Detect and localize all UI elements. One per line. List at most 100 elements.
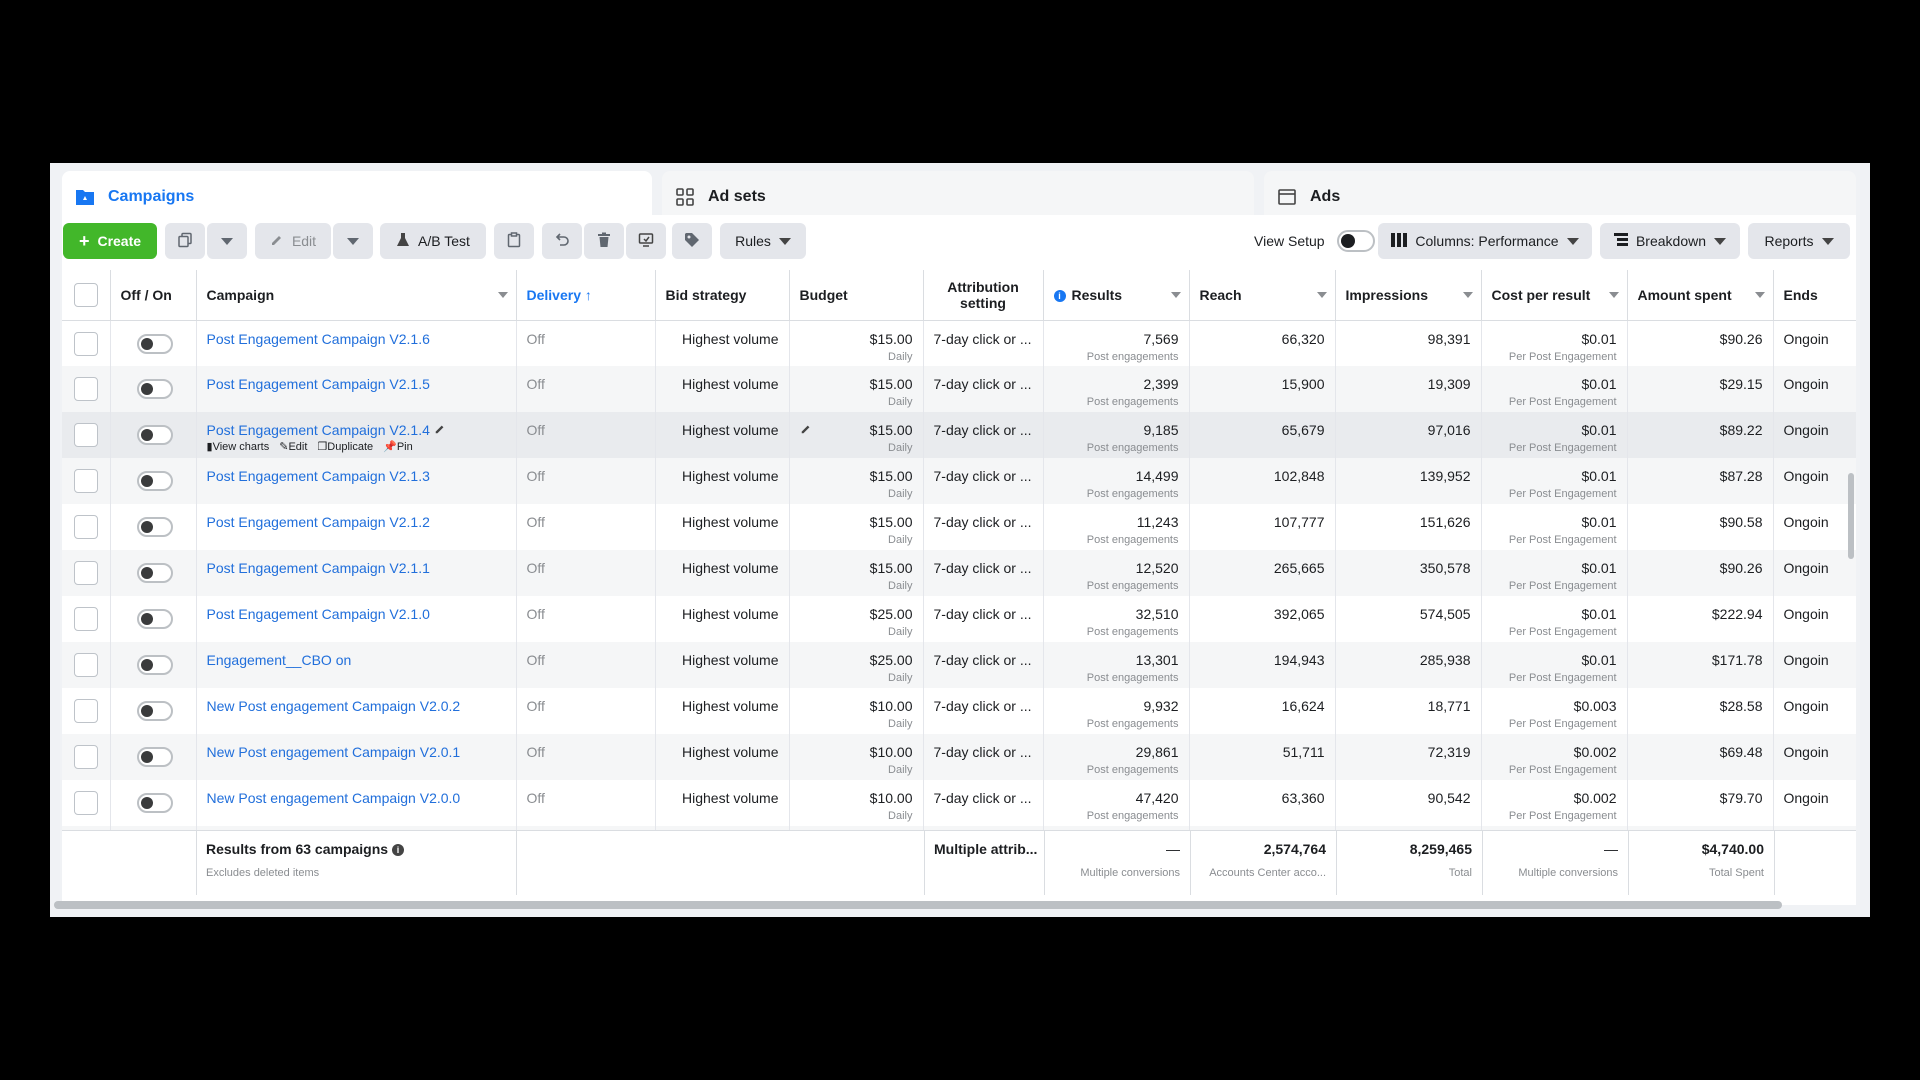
chevron-down-icon[interactable] bbox=[1608, 292, 1619, 298]
campaign-name-link[interactable]: Post Engagement Campaign V2.1.6 bbox=[207, 331, 506, 347]
budget-cell[interactable]: $10.00 Daily bbox=[789, 780, 924, 826]
duplicate-dropdown-button[interactable] bbox=[207, 223, 247, 259]
undo-button[interactable] bbox=[542, 223, 582, 259]
view-setup[interactable]: View Setup bbox=[1254, 223, 1375, 259]
chevron-down-icon[interactable] bbox=[1170, 292, 1181, 298]
chevron-down-icon[interactable] bbox=[497, 292, 508, 298]
table-row[interactable]: Post Engagement Campaign V2.1.3 Off High… bbox=[62, 458, 1856, 504]
campaign-name-link[interactable]: New Post engagement Campaign V2.0.2 bbox=[207, 698, 506, 714]
reports-button[interactable]: Reports bbox=[1748, 223, 1850, 259]
col-results[interactable]: i Results bbox=[1043, 270, 1190, 321]
col-budget[interactable]: Budget bbox=[789, 270, 924, 321]
chevron-down-icon[interactable] bbox=[1462, 292, 1473, 298]
campaign-name-link[interactable]: New Post engagement Campaign V2.0.1 bbox=[207, 744, 506, 760]
campaign-name-link[interactable]: Post Engagement Campaign V2.1.1 bbox=[207, 560, 506, 576]
chevron-down-icon[interactable] bbox=[1754, 292, 1765, 298]
chevron-down-icon[interactable] bbox=[1316, 292, 1327, 298]
campaign-name-link[interactable]: Engagement__CBO on bbox=[207, 652, 506, 668]
select-all-checkbox[interactable] bbox=[74, 282, 98, 307]
table-row[interactable]: New Post engagement Campaign V2.0.2 Off … bbox=[62, 688, 1856, 734]
columns-button[interactable]: Columns: Performance bbox=[1378, 223, 1592, 259]
view-charts-action[interactable]: ▮View charts bbox=[207, 440, 270, 453]
col-campaign[interactable]: Campaign bbox=[196, 270, 517, 321]
campaign-toggle[interactable] bbox=[136, 747, 173, 767]
view-setup-toggle[interactable] bbox=[1336, 230, 1375, 252]
budget-cell[interactable]: $15.00 Daily bbox=[789, 504, 924, 550]
campaign-toggle[interactable] bbox=[136, 517, 173, 537]
budget-cell[interactable]: $25.00 Daily bbox=[789, 596, 924, 642]
row-checkbox[interactable] bbox=[74, 791, 98, 815]
col-delivery[interactable]: Delivery ↑ bbox=[516, 270, 656, 321]
budget-cell[interactable]: $10.00 Daily bbox=[789, 688, 924, 734]
col-off-on[interactable]: Off / On bbox=[110, 270, 197, 321]
table-row[interactable]: Engagement__CBO on Off Highest volume $2… bbox=[62, 642, 1856, 688]
row-checkbox[interactable] bbox=[74, 699, 98, 723]
rules-button[interactable]: Rules bbox=[720, 223, 806, 259]
campaign-name-link[interactable]: Post Engagement Campaign V2.1.2 bbox=[207, 514, 506, 530]
budget-cell[interactable]: $15.00 Daily bbox=[789, 550, 924, 596]
table-row[interactable]: New Post engagement Campaign V2.0.1 Off … bbox=[62, 734, 1856, 780]
campaign-toggle[interactable] bbox=[136, 793, 173, 813]
table-row[interactable]: Post Engagement Campaign V2.1.2 Off High… bbox=[62, 504, 1856, 550]
campaign-name-link[interactable]: Post Engagement Campaign V2.1.5 bbox=[207, 376, 506, 392]
clipboard-button[interactable] bbox=[494, 223, 534, 259]
row-checkbox[interactable] bbox=[74, 331, 98, 356]
table-row[interactable]: Post Engagement Campaign V2.1.5 Off High… bbox=[62, 366, 1856, 412]
campaign-toggle[interactable] bbox=[136, 701, 173, 721]
horizontal-scrollbar[interactable] bbox=[54, 901, 1782, 909]
info-icon[interactable]: i bbox=[391, 844, 404, 857]
table-row[interactable]: Post Engagement Campaign V2.1.6 Off High… bbox=[62, 320, 1856, 366]
col-ends[interactable]: Ends bbox=[1773, 270, 1856, 321]
pin-action[interactable]: 📌Pin bbox=[383, 440, 413, 453]
table-row[interactable]: Post Engagement Campaign V2.1.4 ▮View ch… bbox=[62, 412, 1856, 458]
campaign-name-link[interactable]: New Post engagement Campaign V2.0.0 bbox=[207, 790, 506, 806]
campaign-toggle[interactable] bbox=[136, 471, 173, 491]
edit-action[interactable]: ✎Edit bbox=[279, 440, 307, 453]
campaign-toggle[interactable] bbox=[136, 609, 173, 629]
vertical-scrollbar[interactable] bbox=[1848, 473, 1854, 559]
col-amount-spent[interactable]: Amount spent bbox=[1627, 270, 1774, 321]
info-icon[interactable]: i bbox=[1053, 290, 1066, 303]
duplicate-action[interactable]: ❐Duplicate bbox=[317, 440, 373, 453]
create-button[interactable]: + Create bbox=[63, 223, 157, 259]
col-attribution[interactable]: Attribution setting bbox=[923, 270, 1044, 321]
budget-cell[interactable]: $15.00 Daily bbox=[789, 458, 924, 504]
preview-button[interactable] bbox=[626, 223, 666, 259]
campaign-toggle[interactable] bbox=[136, 333, 173, 354]
row-checkbox[interactable] bbox=[74, 423, 98, 447]
row-checkbox[interactable] bbox=[74, 377, 98, 401]
row-checkbox[interactable] bbox=[74, 561, 98, 585]
table-row[interactable]: New Post engagement Campaign V2.0.0 Off … bbox=[62, 780, 1856, 826]
campaign-name-link[interactable]: Post Engagement Campaign V2.1.0 bbox=[207, 606, 506, 622]
edit-button[interactable]: Edit bbox=[255, 223, 331, 259]
tag-button[interactable] bbox=[672, 223, 712, 259]
duplicate-button[interactable] bbox=[165, 223, 205, 259]
row-checkbox[interactable] bbox=[74, 607, 98, 631]
campaign-name-link[interactable]: Post Engagement Campaign V2.1.3 bbox=[207, 468, 506, 484]
col-impressions[interactable]: Impressions bbox=[1335, 270, 1482, 321]
row-checkbox[interactable] bbox=[74, 653, 98, 677]
budget-cell[interactable]: $15.00 Daily bbox=[789, 366, 924, 412]
row-checkbox[interactable] bbox=[74, 515, 98, 539]
breakdown-button[interactable]: Breakdown bbox=[1600, 223, 1740, 259]
campaign-toggle[interactable] bbox=[136, 655, 173, 675]
budget-cell[interactable]: $10.00 Daily bbox=[789, 734, 924, 780]
col-bid-strategy[interactable]: Bid strategy bbox=[655, 270, 790, 321]
delete-button[interactable] bbox=[584, 223, 624, 259]
budget-cell[interactable]: $15.00 Daily bbox=[789, 412, 924, 458]
pencil-icon[interactable] bbox=[800, 422, 812, 438]
budget-cell[interactable]: $15.00 Daily bbox=[789, 320, 924, 366]
pencil-icon[interactable] bbox=[434, 422, 446, 438]
ab-test-button[interactable]: A/B Test bbox=[380, 223, 486, 259]
col-reach[interactable]: Reach bbox=[1189, 270, 1336, 321]
table-row[interactable]: Post Engagement Campaign V2.1.0 Off High… bbox=[62, 596, 1856, 642]
campaign-name-link[interactable]: Post Engagement Campaign V2.1.4 bbox=[207, 422, 430, 438]
row-checkbox[interactable] bbox=[74, 745, 98, 769]
table-row[interactable]: Post Engagement Campaign V2.1.1 Off High… bbox=[62, 550, 1856, 596]
campaign-toggle[interactable] bbox=[136, 379, 173, 399]
row-checkbox[interactable] bbox=[74, 469, 98, 493]
edit-dropdown-button[interactable] bbox=[333, 223, 373, 259]
budget-cell[interactable]: $25.00 Daily bbox=[789, 642, 924, 688]
col-cost-per-result[interactable]: Cost per result bbox=[1481, 270, 1628, 321]
campaign-toggle[interactable] bbox=[136, 425, 173, 445]
